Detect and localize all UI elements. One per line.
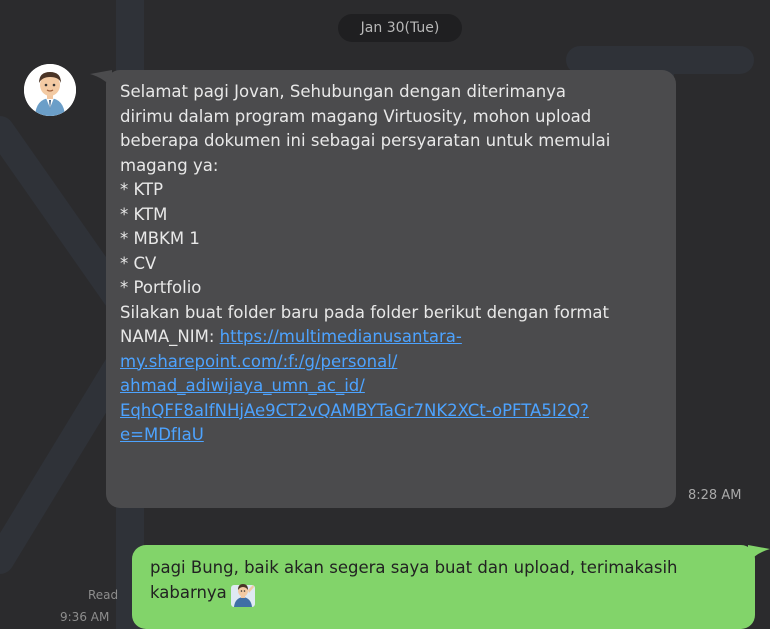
incoming-timestamp: 8:28 AM xyxy=(688,488,742,503)
outgoing-message-bubble[interactable]: pagi Bung, baik akan segera saya buat da… xyxy=(132,545,755,629)
outgoing-message-text: pagi Bung, baik akan segera saya buat da… xyxy=(150,558,678,602)
incoming-message-bubble[interactable]: Selamat pagi Jovan, Sehubungan dengan di… xyxy=(106,70,676,508)
incoming-message-text: Selamat pagi Jovan, Sehubungan dengan di… xyxy=(120,82,611,346)
sender-avatar[interactable] xyxy=(24,64,76,116)
saluting-person-emoji-icon xyxy=(230,581,255,607)
read-receipt: Read xyxy=(88,588,119,602)
person-avatar-icon xyxy=(24,64,76,116)
date-separator: Jan 30(Tue) xyxy=(338,14,462,42)
outgoing-timestamp: 9:36 AM xyxy=(60,610,110,624)
